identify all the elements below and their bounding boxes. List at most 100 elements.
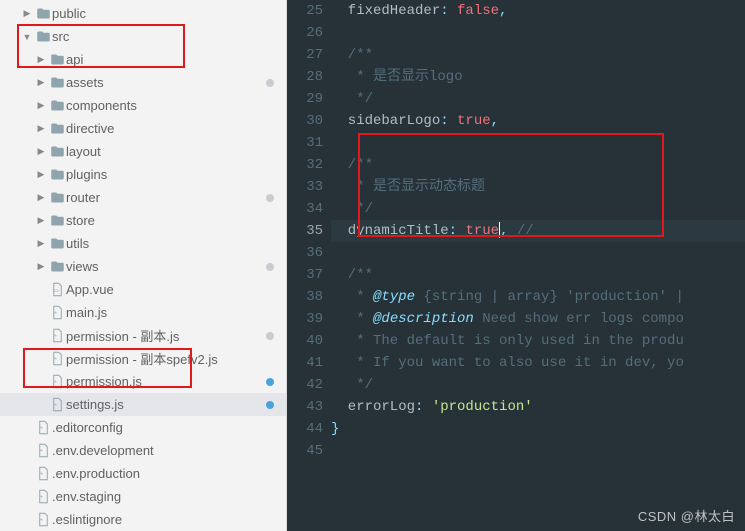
token-com: * [331, 311, 373, 327]
svg-text:/*: /* [39, 427, 44, 433]
code-line[interactable]: * 是否显示动态标题 [331, 176, 745, 198]
code-line[interactable] [331, 242, 745, 264]
code-line[interactable]: * 是否显示logo [331, 66, 745, 88]
folder-icon [48, 98, 66, 113]
tree-item-directive[interactable]: ▶ directive [0, 117, 286, 140]
expand-arrow-icon[interactable]: ▶ [20, 8, 34, 19]
token-com: */ [331, 201, 373, 217]
code-line[interactable]: dynamicTitle: true, // [331, 220, 745, 242]
code-line[interactable]: fixedHeader: false, [331, 0, 745, 22]
expand-arrow-icon[interactable]: ▶ [34, 123, 48, 134]
tree-item-api[interactable]: ▶api [0, 48, 286, 71]
code-line[interactable]: /** [331, 264, 745, 286]
code-line[interactable]: /** [331, 154, 745, 176]
code-content[interactable]: fixedHeader: false, /** * 是否显示logo */ si… [331, 0, 745, 462]
tree-item-permission------js[interactable]: /*permission - 副本.js [0, 324, 286, 347]
folder-icon [48, 52, 66, 67]
line-number: 32 [287, 154, 323, 176]
expand-arrow-icon[interactable]: ▶ [34, 261, 48, 272]
line-number: 42 [287, 374, 323, 396]
tree-item-router[interactable]: ▶router [0, 186, 286, 209]
modified-dot-icon [266, 332, 274, 340]
tree-item-permission-----spefv2-js[interactable]: /*permission - 副本spefv2.js [0, 347, 286, 370]
code-editor[interactable]: 2526272829303132333435363738394041424344… [287, 0, 745, 531]
svg-text:/*: /* [53, 358, 58, 364]
tree-item-label: utils [66, 236, 274, 251]
js-file-icon: /* [48, 351, 66, 366]
tree-item--env-staging[interactable]: /*.env.staging [0, 485, 286, 508]
code-line[interactable]: /** [331, 44, 745, 66]
code-line[interactable] [331, 22, 745, 44]
expand-arrow-icon[interactable]: ▶ [34, 146, 48, 157]
line-number: 26 [287, 22, 323, 44]
expand-arrow-icon[interactable]: ▶ [34, 169, 48, 180]
svg-text:/*: /* [53, 381, 58, 387]
tree-item-views[interactable]: ▶views [0, 255, 286, 278]
code-line[interactable]: * If you want to also use it in dev, yo [331, 352, 745, 374]
line-number: 33 [287, 176, 323, 198]
file-icon: /* [34, 420, 52, 435]
expand-arrow-icon[interactable]: ▶ [34, 100, 48, 111]
line-number: 43 [287, 396, 323, 418]
tree-item-plugins[interactable]: ▶plugins [0, 163, 286, 186]
tree-item-app-vue[interactable]: <>App.vue [0, 278, 286, 301]
tree-item-settings-js[interactable]: /*settings.js [0, 393, 286, 416]
expand-arrow-icon[interactable]: ▶ [34, 238, 48, 249]
expand-arrow-icon[interactable]: ▼ [20, 32, 34, 42]
file-tree[interactable]: ▶public▼src▶api▶assets▶components▶direct… [0, 0, 287, 531]
svg-text:/*: /* [53, 312, 58, 318]
token-com: /** [331, 47, 373, 63]
code-line[interactable]: sidebarLogo: true, [331, 110, 745, 132]
line-number: 29 [287, 88, 323, 110]
line-number: 31 [287, 132, 323, 154]
tree-item-components[interactable]: ▶components [0, 94, 286, 117]
folder-icon [48, 190, 66, 205]
tree-item-label: .editorconfig [52, 420, 274, 435]
token-str: 'production' [432, 399, 533, 415]
tree-item-store[interactable]: ▶store [0, 209, 286, 232]
tree-item-utils[interactable]: ▶ utils [0, 232, 286, 255]
code-line[interactable]: * @description Need show err logs compo [331, 308, 745, 330]
code-line[interactable]: } [331, 418, 745, 440]
expand-arrow-icon[interactable]: ▶ [34, 215, 48, 226]
code-line[interactable] [331, 440, 745, 462]
js-file-icon: /* [48, 397, 66, 412]
line-number: 38 [287, 286, 323, 308]
code-line[interactable]: */ [331, 88, 745, 110]
tree-item-permission-js[interactable]: /* permission.js [0, 370, 286, 393]
line-number: 41 [287, 352, 323, 374]
token-com: * [331, 289, 373, 305]
tree-item-label: permission.js [66, 374, 266, 389]
tree-item-label: public [52, 6, 274, 21]
modified-dot-icon [266, 79, 274, 87]
tree-item-label: directive [66, 121, 274, 136]
code-line[interactable]: errorLog: 'production' [331, 396, 745, 418]
token-tag: @type [373, 289, 415, 305]
tree-item-src[interactable]: ▼ src [0, 25, 286, 48]
line-number: 45 [287, 440, 323, 462]
token-prop: errorLog [331, 399, 415, 415]
tree-item-assets[interactable]: ▶assets [0, 71, 286, 94]
tree-item-layout[interactable]: ▶layout [0, 140, 286, 163]
file-icon: /* [34, 466, 52, 481]
tree-item-label: src [52, 29, 274, 44]
code-line[interactable]: * The default is only used in the produ [331, 330, 745, 352]
tree-item--env-production[interactable]: /*.env.production [0, 462, 286, 485]
tree-item--eslintignore[interactable]: /*.eslintignore [0, 508, 286, 531]
tree-item--env-development[interactable]: /*.env.development [0, 439, 286, 462]
tree-item-main-js[interactable]: /*main.js [0, 301, 286, 324]
folder-open-icon [34, 29, 52, 44]
code-line[interactable]: * @type {string | array} 'production' | [331, 286, 745, 308]
expand-arrow-icon[interactable]: ▶ [34, 192, 48, 203]
file-icon: /* [34, 443, 52, 458]
tree-item-public[interactable]: ▶ public [0, 2, 286, 25]
expand-arrow-icon[interactable]: ▶ [34, 77, 48, 88]
code-line[interactable]: */ [331, 374, 745, 396]
code-line[interactable] [331, 132, 745, 154]
code-line[interactable]: */ [331, 198, 745, 220]
expand-arrow-icon[interactable]: ▶ [34, 54, 48, 65]
token-com: /** [331, 267, 373, 283]
folder-icon [34, 6, 52, 21]
tree-item--editorconfig[interactable]: /* .editorconfig [0, 416, 286, 439]
folder-icon [48, 213, 66, 228]
